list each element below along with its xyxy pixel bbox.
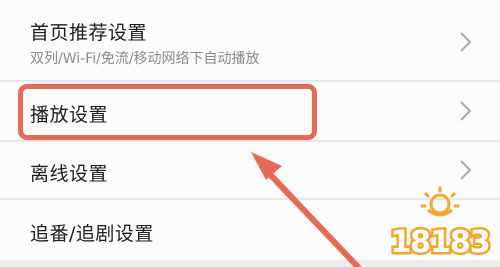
settings-item-title: 离线设置 (30, 163, 109, 185)
chevron-right-icon (460, 160, 472, 180)
chevron-right-icon (460, 32, 472, 52)
watermark-logo: 18183 (388, 186, 492, 262)
svg-text:18183: 18183 (390, 225, 489, 260)
settings-item-title: 首页推荐设置 (30, 22, 148, 44)
settings-item-home-recommend[interactable]: 首页推荐设置 双列/Wi-Fi/免流/移动网络下自动播放 (0, 0, 500, 80)
chevron-right-icon (460, 101, 472, 121)
highlight-box (18, 84, 317, 140)
settings-item-title: 追番/追剧设置 (30, 223, 154, 245)
settings-item-subtitle: 双列/Wi-Fi/免流/移动网络下自动播放 (30, 51, 260, 67)
